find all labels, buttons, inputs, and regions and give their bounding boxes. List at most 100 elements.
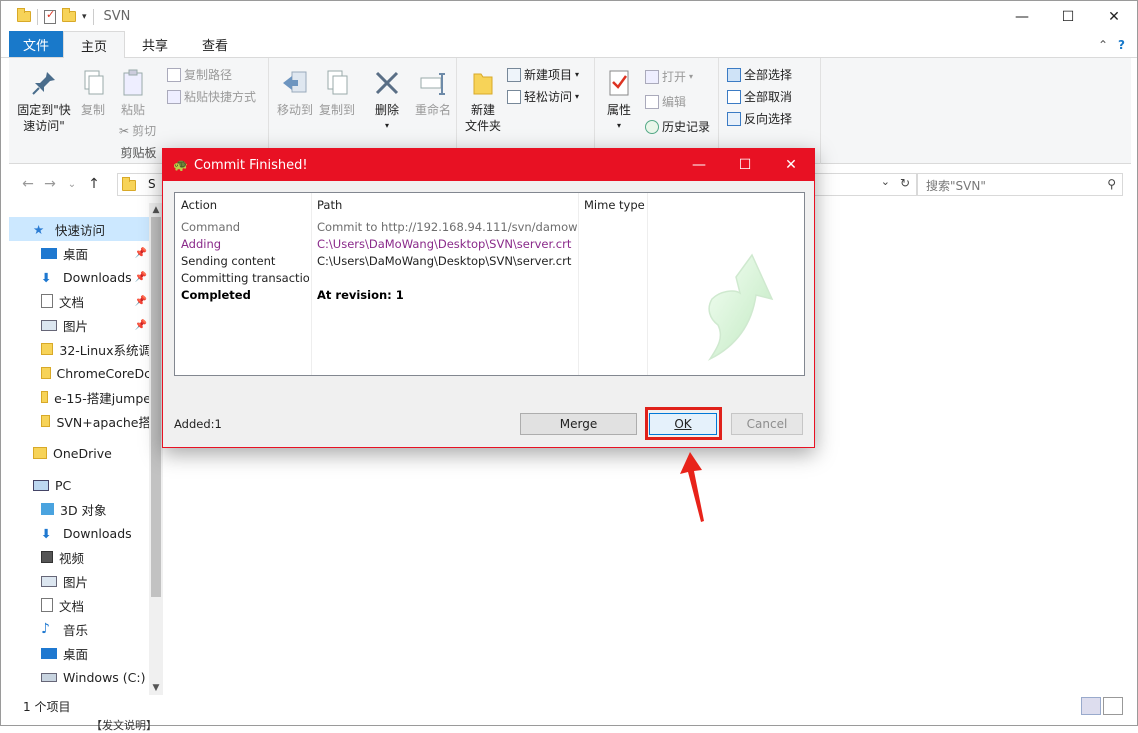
maximize-button[interactable]: ☐ <box>722 149 768 181</box>
star-icon: ★ <box>33 222 45 237</box>
forward-arrow-icon[interactable]: → <box>39 176 61 192</box>
sidebar-item-folder[interactable]: SVN+apache搭 <box>9 409 151 433</box>
sidebar-item-pc[interactable]: PC <box>9 473 151 497</box>
refresh-icon[interactable]: ↻ <box>900 176 910 190</box>
sidebar-item-downloads[interactable]: ⬇ Downloads 📌 <box>9 265 151 289</box>
close-button[interactable]: ✕ <box>1091 1 1137 32</box>
ribbon-right-icons: ⌃ ? <box>1098 38 1125 52</box>
sidebar-item-folder[interactable]: e-15-搭建jumpe <box>9 385 151 409</box>
tab-file[interactable]: 文件 <box>9 31 64 57</box>
sidebar-item-pictures[interactable]: 图片 <box>9 569 151 593</box>
pin-icon[interactable]: 📌 <box>135 320 147 331</box>
paste-button[interactable]: 粘贴 <box>115 68 151 118</box>
new-folder-button[interactable]: 新建 文件夹 <box>461 68 505 134</box>
sidebar-item-desktop[interactable]: 桌面 <box>9 641 151 665</box>
close-button[interactable]: ✕ <box>768 149 814 181</box>
scrollbar-thumb[interactable] <box>151 217 161 597</box>
pin-icon[interactable]: 📌 <box>135 296 147 307</box>
sidebar-item-documents[interactable]: 文档 <box>9 593 151 617</box>
picture-icon <box>41 319 57 331</box>
picture-icon <box>41 575 57 587</box>
chevron-up-icon[interactable]: ⌃ <box>1098 38 1108 52</box>
column-header-mime[interactable]: Mime type <box>584 198 645 212</box>
sidebar-item-label: PC <box>55 477 72 493</box>
rename-button[interactable]: 重命名 <box>411 68 455 118</box>
sidebar-item-3d-objects[interactable]: 3D 对象 <box>9 497 151 521</box>
delete-x-icon <box>372 68 402 98</box>
sidebar-item-label: e-15-搭建jumpe <box>54 390 151 406</box>
address-dropdown-icon[interactable]: ⌄ <box>881 175 890 188</box>
chevron-down-icon[interactable]: ▾ <box>82 12 87 22</box>
minimize-button[interactable]: — <box>676 149 722 181</box>
pin-icon[interactable]: 📌 <box>135 248 147 259</box>
sidebar-item-label: 文档 <box>59 598 85 614</box>
search-input[interactable]: 搜索"SVN" ⚲ <box>917 173 1123 196</box>
edit-button[interactable]: 编辑 <box>645 93 686 110</box>
sidebar-item-quick-access[interactable]: ★ 快速访问 <box>9 217 151 241</box>
new-folder-icon[interactable] <box>62 8 76 22</box>
sidebar-item-pictures[interactable]: 图片 📌 <box>9 313 151 337</box>
select-all-button[interactable]: 全部选择 <box>727 66 792 83</box>
copy-to-button[interactable]: 复制到 <box>317 68 357 118</box>
column-header-path[interactable]: Path <box>317 198 342 212</box>
divider <box>37 8 38 25</box>
tab-home[interactable]: 主页 <box>63 31 126 58</box>
sidebar-item-folder[interactable]: 32-Linux系统调 <box>9 337 151 361</box>
maximize-button[interactable]: ☐ <box>1045 1 1091 32</box>
history-label: 历史记录 <box>662 120 711 134</box>
sidebar-item-onedrive[interactable]: OneDrive <box>9 441 151 465</box>
copy-to-icon <box>322 68 352 98</box>
large-icons-view-icon[interactable] <box>1103 697 1123 715</box>
column-header-action[interactable]: Action <box>181 198 217 212</box>
cut-button[interactable]: ✂ 剪切 <box>119 122 156 139</box>
sidebar-item-folder[interactable]: ChromeCoreDc <box>9 361 151 385</box>
pin-icon[interactable]: 📌 <box>135 272 147 283</box>
delete-button[interactable]: 删除 ▾ <box>369 68 405 134</box>
open-button[interactable]: 打开 ▾ <box>645 68 693 85</box>
merge-button[interactable]: Merge <box>520 413 637 435</box>
up-arrow-icon[interactable]: ↑ <box>83 176 105 192</box>
new-item-icon <box>507 67 521 82</box>
edit-icon <box>645 94 659 109</box>
copy-button[interactable]: 复制 <box>75 68 111 118</box>
cancel-button[interactable]: Cancel <box>731 413 803 435</box>
paste-shortcut-button[interactable]: 粘贴快捷方式 <box>167 88 256 105</box>
select-none-button[interactable]: 全部取消 <box>727 88 792 105</box>
sidebar-item-music[interactable]: ♪ 音乐 <box>9 617 151 641</box>
sidebar-item-documents[interactable]: 文档 📌 <box>9 289 151 313</box>
new-item-button[interactable]: 新建项目 ▾ <box>507 66 579 83</box>
sidebar-item-downloads[interactable]: ⬇ Downloads <box>9 521 151 545</box>
easy-access-button[interactable]: 轻松访问 ▾ <box>507 88 579 105</box>
details-view-icon[interactable] <box>1081 697 1101 715</box>
minimize-button[interactable]: — <box>999 1 1045 32</box>
select-all-label: 全部选择 <box>744 68 793 82</box>
scroll-up-icon[interactable]: ▲ <box>149 203 163 217</box>
tab-share[interactable]: 共享 <box>125 31 185 57</box>
invert-selection-button[interactable]: 反向选择 <box>727 110 792 127</box>
sidebar-scrollbar[interactable]: ▲ ▼ <box>149 203 163 695</box>
move-to-button[interactable]: 移动到 <box>275 68 315 118</box>
help-icon[interactable]: ? <box>1118 38 1125 52</box>
history-button[interactable]: 历史记录 <box>645 118 710 135</box>
divider <box>92 8 94 25</box>
pin-label-2: 速访问" <box>23 119 65 133</box>
address-crumb[interactable]: S <box>148 177 156 191</box>
commit-log-list[interactable]: Action Path Mime type Command Commit to … <box>174 192 805 376</box>
sidebar-item-drive-c[interactable]: Windows (C:) <box>9 665 151 689</box>
row-action: Committing transaction... <box>181 271 309 285</box>
pin-quick-access-button[interactable]: 固定到"快 速访问" <box>15 68 73 134</box>
scroll-down-icon[interactable]: ▼ <box>149 681 163 695</box>
move-to-icon <box>280 68 310 98</box>
sidebar-item-desktop[interactable]: 桌面 📌 <box>9 241 151 265</box>
sidebar-item-videos[interactable]: 视频 <box>9 545 151 569</box>
paste-label: 粘贴 <box>120 103 145 117</box>
sidebar-item-label: SVN+apache搭 <box>56 414 151 430</box>
back-arrow-icon[interactable]: ← <box>17 176 39 192</box>
copy-path-button[interactable]: 复制路径 <box>167 66 232 83</box>
pin-icon <box>29 68 59 98</box>
properties-button[interactable]: 属性 ▾ <box>599 68 639 134</box>
tab-view[interactable]: 查看 <box>185 31 245 57</box>
properties-icon[interactable] <box>44 8 56 24</box>
recent-chevron-icon[interactable]: ⌄ <box>61 179 83 190</box>
select-all-icon <box>727 67 741 82</box>
